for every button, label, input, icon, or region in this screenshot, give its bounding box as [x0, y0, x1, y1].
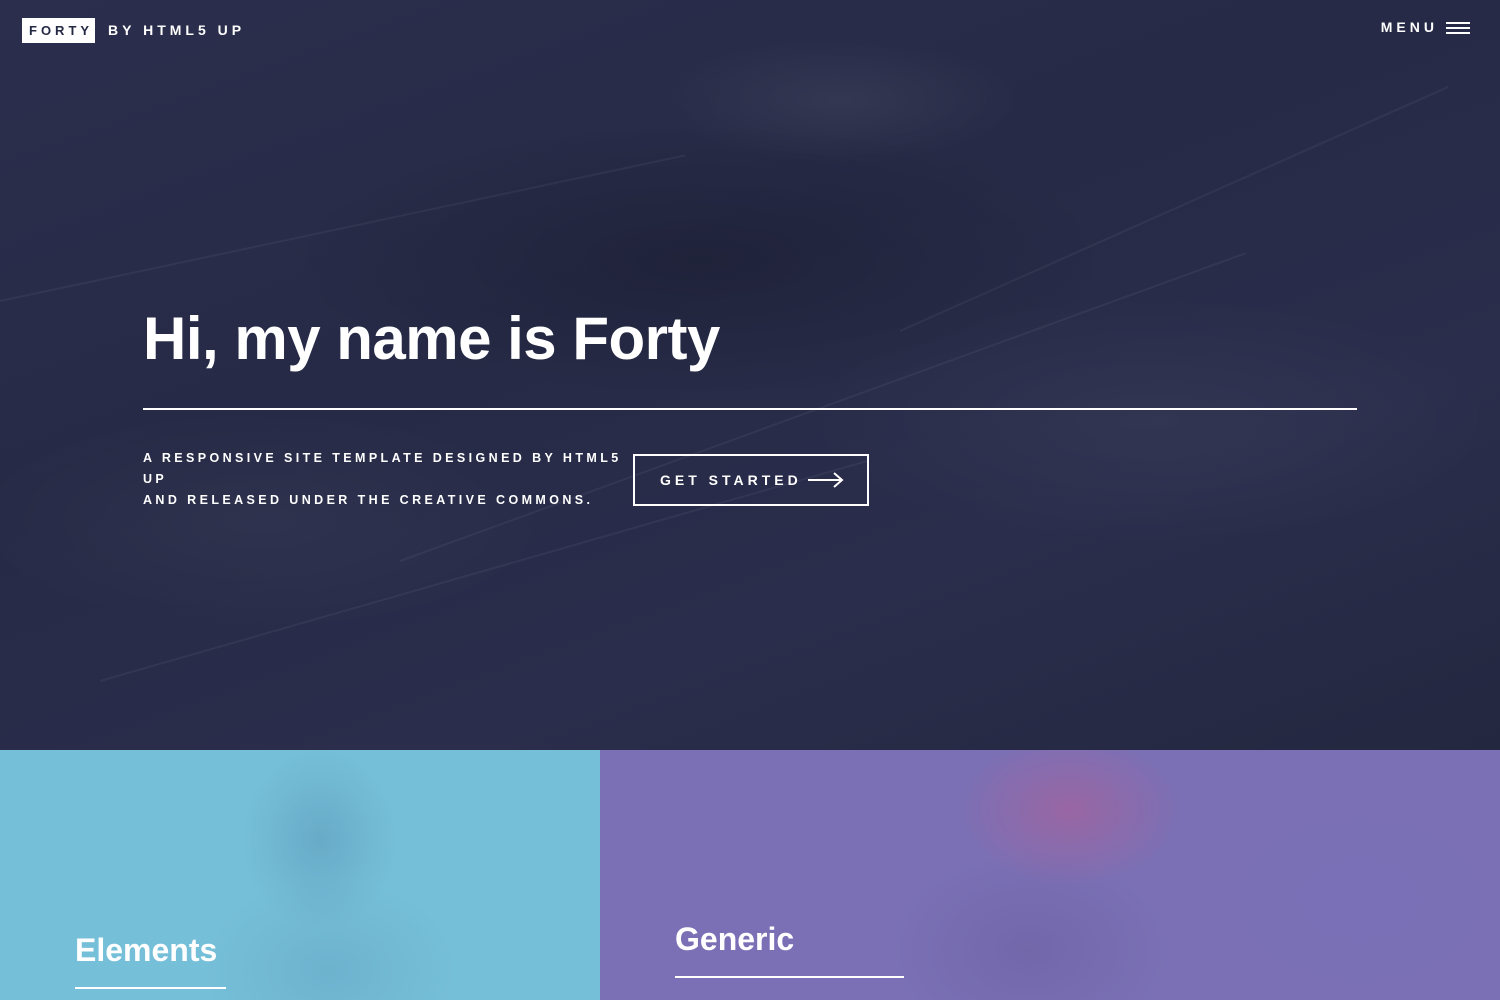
- site-header: FORTY BY HTML5 UP MENU: [0, 0, 1500, 60]
- tile-heading: Generic: [675, 921, 795, 957]
- banner-description-line: and released under the Creative Commons.: [143, 493, 594, 507]
- banner-description-line: A responsive site template designed by H…: [143, 451, 622, 486]
- get-started-button[interactable]: GET STARTED: [633, 453, 869, 506]
- logo-box: FORTY: [22, 18, 95, 43]
- tiles: Elements Generic: [0, 750, 1500, 1000]
- menu-label: MENU: [1380, 19, 1438, 35]
- hamburger-icon: [1446, 21, 1470, 34]
- logo-link[interactable]: FORTY BY HTML5 UP: [22, 18, 245, 43]
- tile-divider: [75, 987, 226, 989]
- banner-texture: [899, 86, 1449, 332]
- tile-heading: Elements: [75, 932, 218, 968]
- arrow-right-icon: [807, 471, 844, 488]
- banner-texture: [0, 154, 685, 302]
- tile-elements[interactable]: Elements: [0, 750, 600, 1000]
- get-started-label: GET STARTED: [660, 471, 802, 488]
- banner-inner: Hi, my name is Forty A responsive site t…: [143, 300, 1357, 511]
- logo-byline: BY HTML5 UP: [108, 22, 246, 38]
- banner-description: A responsive site template designed by H…: [143, 448, 633, 511]
- banner-content: A responsive site template designed by H…: [143, 448, 1357, 511]
- tile-generic[interactable]: Generic: [600, 750, 1500, 1000]
- tile-divider: [675, 976, 904, 978]
- banner-divider: [143, 408, 1357, 410]
- banner: Hi, my name is Forty A responsive site t…: [0, 0, 1500, 750]
- menu-button[interactable]: MENU: [1381, 19, 1470, 35]
- banner-title: Hi, my name is Forty: [143, 305, 720, 372]
